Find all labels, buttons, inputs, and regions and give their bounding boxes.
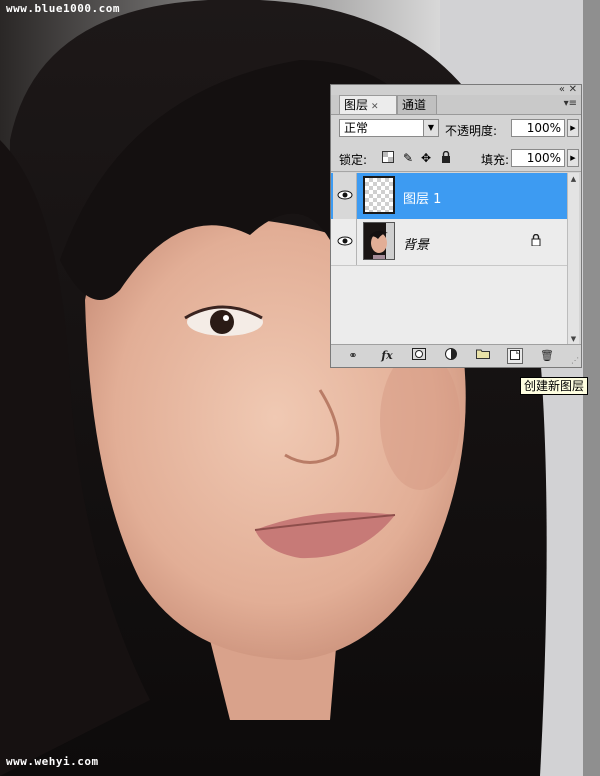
layers-panel: « ✕ 图层 ✕ 通道 ▾≡ 正常 ▼ 不透明度: 100% ▶ 锁定: ✎ ✥ …: [330, 84, 582, 368]
layer-lock-icon: [531, 233, 541, 249]
scroll-up-icon[interactable]: ▲: [568, 175, 579, 183]
blend-mode-select[interactable]: 正常 ▼: [339, 119, 439, 137]
fill-slider-arrow-icon[interactable]: ▶: [567, 149, 579, 167]
opacity-field[interactable]: 100%: [511, 119, 565, 137]
link-icon[interactable]: ⚭: [345, 348, 361, 364]
blend-row: 正常 ▼ 不透明度: 100% ▶: [331, 117, 581, 141]
blend-mode-value: 正常: [344, 121, 369, 135]
tab-close-icon[interactable]: ✕: [371, 102, 379, 112]
layer-thumbnail-transparent: [363, 176, 395, 214]
layer-list-scrollbar[interactable]: ▲ ▼: [567, 173, 579, 345]
tab-layers[interactable]: 图层 ✕: [339, 95, 397, 114]
fill-label: 填充:: [481, 153, 510, 167]
close-icon[interactable]: ✕: [569, 85, 577, 95]
folder-icon[interactable]: [475, 348, 491, 364]
lock-row: 锁定: ✎ ✥ 填充: 100% ▶: [331, 145, 581, 172]
tab-channels[interactable]: 通道: [397, 95, 437, 114]
mask-icon[interactable]: [411, 348, 427, 364]
layer-row-layer1[interactable]: 图层 1: [331, 173, 567, 219]
visibility-eye-icon[interactable]: [333, 219, 357, 265]
resize-grip-icon[interactable]: ⋰: [571, 356, 579, 365]
panel-titlebar[interactable]: « ✕: [331, 85, 581, 95]
panel-footer: ⚭ fx 🗑 ⋰: [331, 344, 581, 367]
layer-name[interactable]: 背景: [403, 234, 429, 253]
lock-all-icon[interactable]: [439, 150, 453, 165]
panel-tab-row: 图层 ✕ 通道 ▾≡: [331, 95, 581, 115]
new-layer-icon[interactable]: [507, 348, 523, 364]
lock-transparency-icon[interactable]: [381, 151, 395, 165]
watermark-top: www.blue1000.com: [6, 2, 120, 15]
tab-layers-label: 图层: [344, 98, 369, 112]
tooltip-new-layer: 创建新图层: [520, 377, 589, 395]
chevron-down-icon[interactable]: ▼: [423, 120, 438, 136]
opacity-label: 不透明度:: [445, 124, 498, 138]
trash-icon[interactable]: 🗑: [539, 348, 555, 364]
lock-paint-icon[interactable]: ✎: [401, 151, 415, 165]
layer-name[interactable]: 图层 1: [403, 188, 441, 207]
fill-field[interactable]: 100%: [511, 149, 565, 167]
panel-menu-icon[interactable]: ▾≡: [564, 98, 577, 109]
lock-move-icon[interactable]: ✥: [419, 151, 433, 165]
layer-thumbnail-portrait: [363, 222, 395, 260]
tab-channels-label: 通道: [402, 98, 427, 112]
opacity-slider-arrow-icon[interactable]: ▶: [567, 119, 579, 137]
watermark-bottom: www.wehyi.com: [6, 755, 99, 768]
adjustment-icon[interactable]: [443, 348, 459, 364]
lock-label: 锁定:: [339, 153, 368, 167]
layer-row-background[interactable]: 背景: [331, 219, 567, 266]
scroll-down-icon[interactable]: ▼: [568, 335, 579, 343]
collapse-icon[interactable]: «: [559, 85, 565, 95]
visibility-eye-icon[interactable]: [333, 173, 357, 219]
fx-icon[interactable]: fx: [379, 348, 395, 364]
layer-list: 图层 1 背景: [331, 173, 567, 345]
